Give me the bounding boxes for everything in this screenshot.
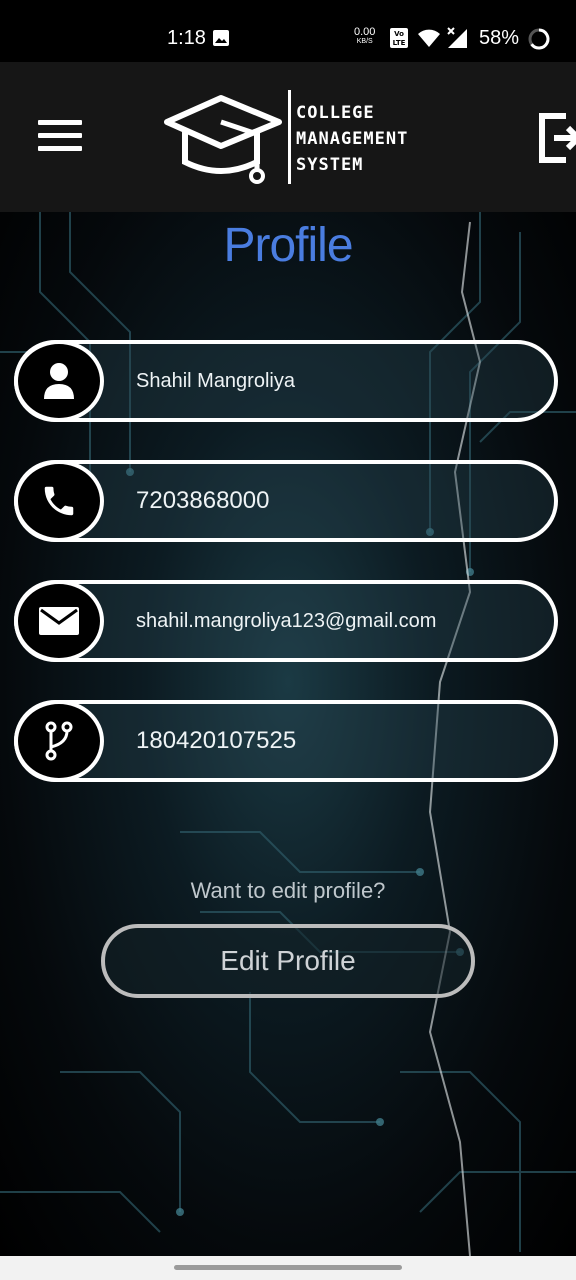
svg-text:LTE: LTE bbox=[393, 39, 406, 47]
home-gesture-handle[interactable] bbox=[174, 1265, 402, 1270]
phone-value: 7203868000 bbox=[136, 487, 270, 514]
hamburger-menu-icon[interactable] bbox=[38, 120, 82, 154]
email-value: shahil.mangroliya123@gmail.com bbox=[136, 610, 437, 632]
email-icon bbox=[39, 607, 79, 635]
edit-profile-button[interactable]: Edit Profile bbox=[101, 924, 475, 998]
signal-icon bbox=[447, 27, 467, 48]
email-icon-circle bbox=[14, 580, 104, 662]
logout-icon[interactable] bbox=[536, 110, 576, 166]
profile-field-name: Shahil Mangroliya bbox=[14, 340, 558, 422]
app-logo-text: COLLEGE MANAGEMENT SYSTEM bbox=[296, 103, 409, 175]
logo-divider bbox=[288, 90, 291, 184]
graduation-cap-icon bbox=[164, 95, 282, 184]
phone-icon-circle bbox=[14, 460, 104, 542]
person-icon-circle bbox=[14, 340, 104, 422]
wifi-icon bbox=[418, 29, 440, 47]
network-speed: 0.00 KB/S bbox=[354, 26, 376, 46]
battery-percent: 58% bbox=[479, 27, 520, 49]
branch-icon-circle bbox=[14, 700, 104, 782]
enrollment-value: 180420107525 bbox=[136, 727, 297, 754]
profile-field-email: shahil.mangroliya123@gmail.com bbox=[14, 580, 558, 662]
name-value: Shahil Mangroliya bbox=[136, 370, 295, 392]
status-time: 1:18 bbox=[167, 27, 206, 49]
profile-field-phone: 7203868000 bbox=[14, 460, 558, 542]
gesture-nav-bar bbox=[0, 1256, 576, 1280]
edit-profile-prompt: Want to edit profile? bbox=[190, 878, 386, 903]
app-bar: COLLEGE MANAGEMENT SYSTEM bbox=[0, 62, 576, 212]
branch-icon bbox=[45, 721, 73, 761]
phone-icon bbox=[44, 486, 74, 516]
svg-text:Vo: Vo bbox=[394, 30, 404, 38]
volte-icon: Vo LTE bbox=[390, 28, 408, 48]
image-icon bbox=[213, 30, 229, 46]
profile-field-enrollment: 180420107525 bbox=[14, 700, 558, 782]
battery-icon bbox=[528, 28, 550, 50]
page-title: Profile bbox=[223, 219, 353, 272]
status-bar: 1:18 0.00 KB/S Vo LTE 58% bbox=[0, 0, 576, 62]
person-icon bbox=[44, 363, 74, 399]
